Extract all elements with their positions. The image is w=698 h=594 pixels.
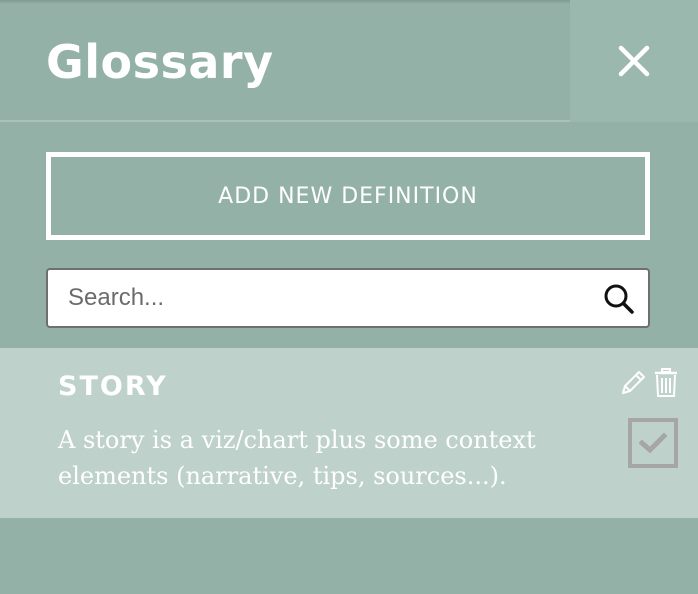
entry-checkbox[interactable] — [628, 418, 678, 468]
search-input[interactable] — [68, 270, 588, 326]
glossary-header: Glossary — [0, 0, 698, 122]
glossary-entry: STORY A story is a viz/chart plus some c… — [0, 348, 698, 518]
entry-term: STORY — [58, 371, 168, 402]
page-title: Glossary — [46, 35, 274, 89]
close-button[interactable] — [570, 0, 698, 122]
glossary-panel: Glossary ADD NEW DEFINITION STORY A stor… — [0, 0, 698, 594]
add-new-definition-button[interactable]: ADD NEW DEFINITION — [46, 152, 650, 240]
search-icon[interactable] — [602, 282, 636, 316]
close-icon — [618, 45, 650, 77]
pencil-icon[interactable] — [618, 368, 648, 398]
trash-icon[interactable] — [653, 368, 679, 398]
entry-definition: A story is a viz/chart plus some context… — [58, 426, 536, 490]
search-box — [46, 268, 650, 328]
